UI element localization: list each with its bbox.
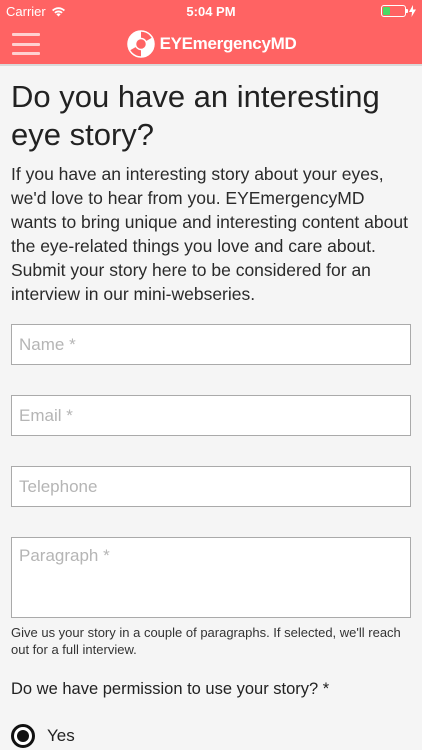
status-right	[381, 5, 416, 17]
name-input[interactable]	[11, 324, 411, 365]
permission-option-yes[interactable]: Yes	[11, 724, 411, 748]
wifi-icon	[51, 6, 65, 16]
brand: EYEmergencyMD	[0, 22, 422, 66]
paragraph-textarea[interactable]	[11, 537, 411, 618]
radio-button-selected[interactable]	[11, 724, 35, 748]
battery-icon	[381, 5, 408, 17]
telephone-input[interactable]	[11, 466, 411, 507]
brand-name: EYEmergencyMD	[159, 34, 297, 53]
story-form-page: Do you have an interesting eye story? If…	[11, 78, 411, 748]
permission-question: Do we have permission to use your story?…	[11, 680, 330, 698]
lifebuoy-icon	[126, 30, 155, 58]
charging-bolt-icon	[409, 5, 416, 17]
paragraph-help-text: Give us your story in a couple of paragr…	[11, 625, 401, 657]
radio-dot-icon	[17, 730, 29, 742]
carrier-label: Carrier	[6, 3, 46, 19]
status-left: Carrier	[6, 4, 66, 19]
status-bar: Carrier 5:04 PM	[0, 0, 422, 22]
app-header: EYEmergencyMD	[0, 22, 422, 66]
permission-option-label: Yes	[47, 726, 75, 745]
page-title: Do you have an interesting eye story?	[11, 79, 380, 152]
email-input[interactable]	[11, 395, 411, 436]
intro-text: If you have an interesting story about y…	[11, 164, 408, 304]
battery-level	[383, 7, 391, 15]
